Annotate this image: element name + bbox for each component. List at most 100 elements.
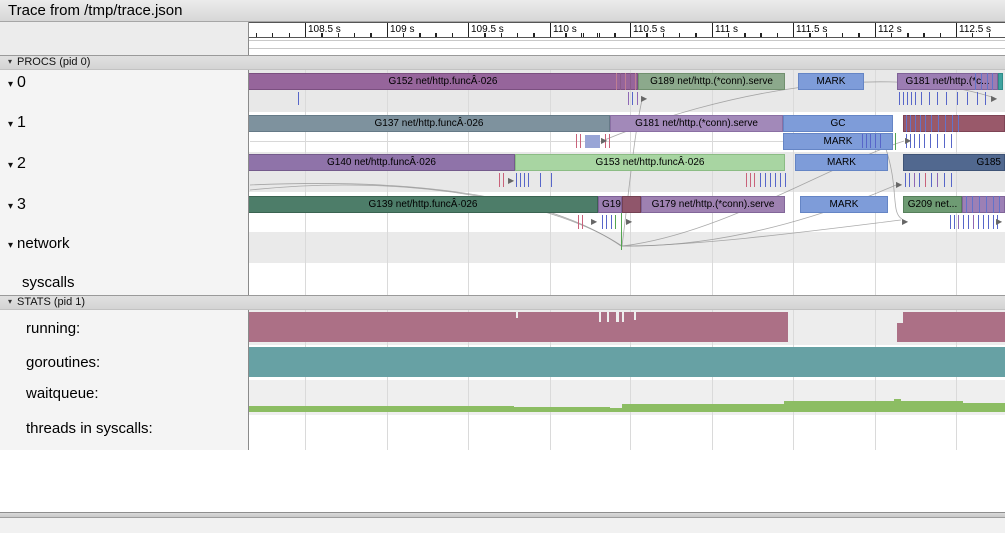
trace-span[interactable]: G189 net/http.(*conn).serve	[638, 73, 785, 90]
event-tick	[968, 215, 969, 229]
event-tick	[516, 173, 517, 187]
event-tick	[973, 215, 974, 229]
track-row-bg	[249, 232, 1005, 263]
event-tick	[616, 73, 617, 90]
trace-span[interactable]: G181 net/http.(*conn).serve	[610, 115, 783, 132]
event-tick	[919, 134, 920, 148]
trace-span[interactable]: G19	[598, 196, 622, 213]
trace-span-label: G139 net/http.funcÂ·026	[368, 199, 478, 210]
ruler-tick	[940, 33, 941, 37]
ruler-tick	[712, 23, 713, 37]
trace-span[interactable]: MARK	[783, 133, 893, 150]
trace-span[interactable]	[998, 73, 1003, 90]
trace-span[interactable]: G140 net/http.funcÂ·026	[248, 154, 515, 171]
ruler-tick	[289, 33, 290, 37]
event-tick	[915, 115, 916, 132]
event-tick	[528, 173, 529, 187]
horizontal-scrollbar[interactable]	[0, 512, 1005, 518]
trace-span[interactable]: G181 net/http.(*c...	[897, 73, 998, 90]
trace-span[interactable]: G185	[903, 154, 1005, 171]
trace-span-label: G181 net/http.(*conn).serve	[635, 118, 758, 129]
proc-row-label-0[interactable]: ▾ 0	[8, 74, 26, 92]
event-tick	[972, 196, 973, 213]
event-arrowhead-icon: ▶	[591, 217, 598, 226]
trace-span[interactable]: G137 net/http.funcÂ·026	[248, 115, 610, 132]
event-tick	[582, 215, 583, 229]
stat-bar-waitqueue[interactable]	[514, 407, 610, 412]
procs-section-header[interactable]: ▾ PROCS (pid 0)	[0, 55, 1005, 70]
stat-bar-waitqueue[interactable]	[784, 401, 894, 412]
ruler-tick	[338, 33, 339, 37]
event-arrowhead-icon: ▶	[626, 217, 633, 226]
stats-section-header[interactable]: ▾ STATS (pid 1)	[0, 295, 1005, 310]
trace-span-label: G19	[602, 199, 621, 210]
collapse-triangle-icon: ▾	[8, 119, 14, 130]
ruler-tick	[583, 33, 584, 37]
proc-row-label-2[interactable]: ▾ 2	[8, 155, 26, 173]
network-row-label[interactable]: ▾ network	[8, 235, 70, 252]
stat-bar-waitqueue[interactable]	[248, 406, 514, 412]
ruler-tick-label: 112 s	[878, 24, 902, 35]
event-tick	[966, 196, 967, 213]
event-tick	[866, 134, 867, 148]
trace-span-label: G152 net/http.funcÂ·026	[388, 76, 498, 87]
stat-bar-waitqueue[interactable]	[610, 408, 622, 412]
event-tick	[611, 215, 612, 229]
trace-span-label: G179 net/http.(*conn).serve	[651, 199, 775, 210]
trace-span[interactable]: G209 net...	[903, 196, 962, 213]
trace-span[interactable]: G152 net/http.funcÂ·026	[248, 73, 638, 90]
proc-row-label-1[interactable]: ▾ 1	[8, 114, 26, 132]
event-tick	[929, 92, 930, 105]
event-tick	[975, 73, 976, 90]
trace-span-label: GC	[830, 118, 846, 129]
ruler-tick	[322, 33, 323, 37]
event-tick	[952, 115, 953, 132]
ruler-tick	[663, 33, 664, 37]
trace-span[interactable]: G153 net/http.funcÂ·026	[515, 154, 785, 171]
event-tick	[921, 92, 922, 105]
ruler-subline	[249, 40, 1005, 41]
event-tick	[909, 173, 910, 187]
event-tick	[979, 196, 980, 213]
event-arrowhead-icon: ▶	[601, 136, 608, 145]
event-arrowhead-icon: ▶	[905, 136, 912, 145]
stat-bar-waitqueue[interactable]	[963, 403, 1005, 412]
trace-span[interactable]: G179 net/http.(*conn).serve	[641, 196, 785, 213]
ruler-tick	[403, 33, 404, 37]
event-baseline	[250, 141, 783, 142]
ruler-tick	[452, 33, 453, 37]
event-tick	[524, 173, 525, 187]
timeline-ruler[interactable]: 108.5 s 109 s 109.5 s 110 s 110.5 s 111 s 111.…	[249, 22, 1005, 38]
syscalls-row-label[interactable]: syscalls	[22, 274, 75, 291]
ruler-tick	[550, 23, 551, 37]
event-tick	[983, 215, 984, 229]
stat-bar-running[interactable]	[248, 312, 788, 342]
event-arrowhead-icon: ▶	[641, 94, 648, 103]
trace-span[interactable]	[622, 196, 641, 213]
trace-viewer-window: Trace from /tmp/trace.json G152 net/http…	[0, 0, 1005, 533]
proc-row-label-3[interactable]: ▾ 3	[8, 196, 26, 214]
event-tick	[906, 115, 907, 132]
event-tick	[746, 173, 747, 187]
stat-bar-waitqueue[interactable]	[622, 404, 784, 412]
event-tick	[924, 134, 925, 148]
trace-span[interactable]: GC	[783, 115, 893, 132]
trace-span[interactable]: G139 net/http.funcÂ·026	[248, 196, 598, 213]
trace-span[interactable]: MARK	[800, 196, 888, 213]
procs-header-label: PROCS (pid 0)	[17, 56, 91, 68]
stat-label-threads: threads in syscalls:	[26, 420, 153, 437]
stat-bar-waitqueue[interactable]	[901, 401, 963, 412]
trace-span-label: MARK	[827, 157, 856, 168]
trace-span[interactable]: MARK	[798, 73, 864, 90]
ruler-tick	[305, 23, 306, 37]
ruler-tick	[354, 33, 355, 37]
trace-span[interactable]: MARK	[795, 154, 888, 171]
ruler-tick	[793, 23, 794, 37]
trace-span[interactable]	[903, 115, 1005, 132]
event-tick	[930, 134, 931, 148]
event-tick	[576, 134, 577, 148]
event-arrowhead-icon: ▶	[896, 180, 903, 189]
stat-bar-running[interactable]	[903, 312, 1005, 342]
stat-bar-waitqueue[interactable]	[894, 399, 901, 412]
stat-bar-goroutines[interactable]	[248, 347, 1005, 377]
